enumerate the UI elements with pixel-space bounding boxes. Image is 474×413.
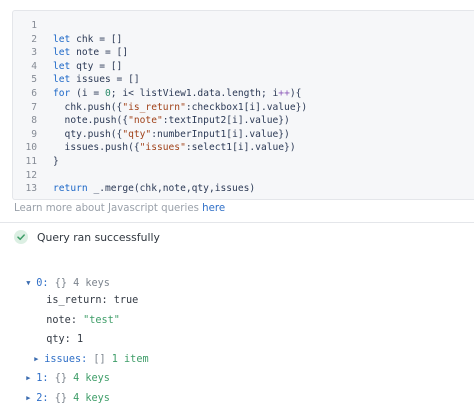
code-text: for (i = 0; i< listView1.data.length; i+…	[53, 87, 301, 101]
learn-more-link[interactable]: here	[202, 203, 225, 214]
code-token: :select1[i].value})	[185, 142, 296, 154]
status-text: Query ran successfully	[37, 230, 160, 244]
code-token: :textInput2[i].value})	[162, 115, 290, 127]
code-token: return	[53, 183, 94, 195]
code-token: (i =	[76, 88, 105, 99]
result-item-1[interactable]: ▶ 1: {} 4 keys	[14, 354, 110, 384]
result-item-2[interactable]: ▶ 2: {} 4 keys	[14, 374, 110, 404]
code-line: 1	[13, 19, 474, 33]
line-number: 12	[25, 169, 37, 181]
code-token: for	[53, 88, 77, 99]
item-index: 2:	[36, 393, 49, 404]
item-count: 4 keys	[73, 393, 110, 404]
code-token: chk.push({	[53, 101, 123, 113]
field-issues[interactable]: ▶ issues: [] 1 item	[22, 335, 148, 365]
check-circle-icon	[14, 230, 28, 244]
code-token: issues = []	[76, 74, 140, 86]
code-token: :checkbox1[i].value})	[185, 101, 308, 113]
code-token: let	[53, 74, 77, 86]
line-number: 13	[25, 183, 37, 195]
code-line: 10 issues.push({"issues":select1[i].valu…	[13, 141, 474, 155]
code-editor[interactable]: 1 2 let chk = [] 3 let note = [] 4 let qty = […	[12, 10, 474, 200]
code-token: "note"	[128, 115, 163, 127]
code-token: "issues"	[139, 142, 186, 154]
code-line: 6 for (i = 0; i< listView1.data.length; i…	[13, 87, 474, 101]
code-text: return _.merge(chk,note,qty,issues)	[53, 182, 255, 196]
code-line: 8 note.push({"note":textInput2[i].value}…	[13, 114, 474, 128]
line-number: 7	[31, 101, 37, 113]
code-token: chk = []	[76, 33, 123, 45]
field-is-return: is_return: true	[34, 277, 138, 306]
line-number: 11	[25, 156, 37, 167]
line-number: 3	[31, 47, 37, 59]
field-value: "test"	[83, 315, 120, 326]
line-number: 9	[31, 128, 37, 140]
code-token: let	[53, 33, 77, 45]
line-number: 5	[31, 74, 37, 86]
code-text: issues.push({"issues":select1[i].value})	[53, 141, 296, 155]
code-line: 3 let note = []	[13, 46, 474, 60]
code-line: 2 let chk = []	[13, 33, 474, 47]
learn-more-label: Learn more about Javascript queries	[14, 203, 203, 214]
code-text: qty.push({"qty":numberInput1[i].value})	[53, 128, 290, 142]
line-number: 8	[31, 115, 37, 127]
code-token: note = []	[76, 47, 129, 59]
code-token: ++	[278, 88, 290, 99]
code-token: ){	[289, 88, 302, 99]
line-number: 10	[25, 142, 37, 154]
item-braces: {}	[54, 393, 67, 404]
code-text: let qty = []	[53, 60, 122, 74]
code-token: note.push({	[53, 115, 129, 127]
learn-more-text: Learn more about Javascript queries here	[14, 203, 225, 214]
code-token: qty.push({	[53, 128, 123, 140]
line-number: 6	[31, 88, 37, 99]
code-token: issues.push({	[53, 142, 140, 154]
code-text: chk.push({"is_return":checkbox1[i].value…	[53, 101, 308, 115]
code-token: ; i< listView1.data.length; i	[110, 88, 279, 99]
code-token: qty = []	[76, 60, 123, 72]
code-line: 9 qty.push({"qty":numberInput1[i].value}…	[13, 128, 474, 142]
result-item-0[interactable]: ▼ 0: {} 4 keys	[14, 259, 110, 289]
code-text: let chk = []	[53, 33, 122, 47]
code-token: :numberInput1[i].value})	[151, 128, 290, 140]
code-token: let	[53, 60, 77, 72]
code-token: "qty"	[122, 128, 152, 140]
code-text: }	[53, 155, 59, 169]
line-number: 4	[31, 60, 37, 72]
code-text: let issues = []	[53, 73, 140, 87]
code-line: 11}	[13, 155, 474, 169]
code-line: 13 return _.merge(chk,note,qty,issues)	[13, 182, 474, 196]
code-text: let note = []	[53, 46, 128, 60]
caret-right-icon[interactable]: ▶	[26, 390, 36, 406]
field-qty: qty: 1	[34, 316, 83, 345]
field-note: note: "test"	[34, 297, 120, 326]
line-number: 1	[31, 20, 37, 31]
code-token: }	[53, 156, 59, 167]
query-status: Query ran successfully	[14, 230, 160, 244]
field-count: 1 item	[111, 354, 149, 365]
code-token: _.merge(chk,note,qty,issues)	[93, 183, 256, 195]
code-line: 4 let qty = []	[13, 60, 474, 74]
code-text: note.push({"note":textInput2[i].value})	[53, 114, 290, 128]
line-number: 2	[31, 33, 37, 45]
code-line: 12	[13, 169, 474, 183]
code-line: 7 chk.push({"is_return":checkbox1[i].val…	[13, 101, 474, 115]
code-token: "is_return"	[122, 101, 186, 113]
divider	[0, 222, 474, 223]
code-token: let	[53, 47, 77, 59]
code-line: 5 let issues = []	[13, 73, 474, 87]
